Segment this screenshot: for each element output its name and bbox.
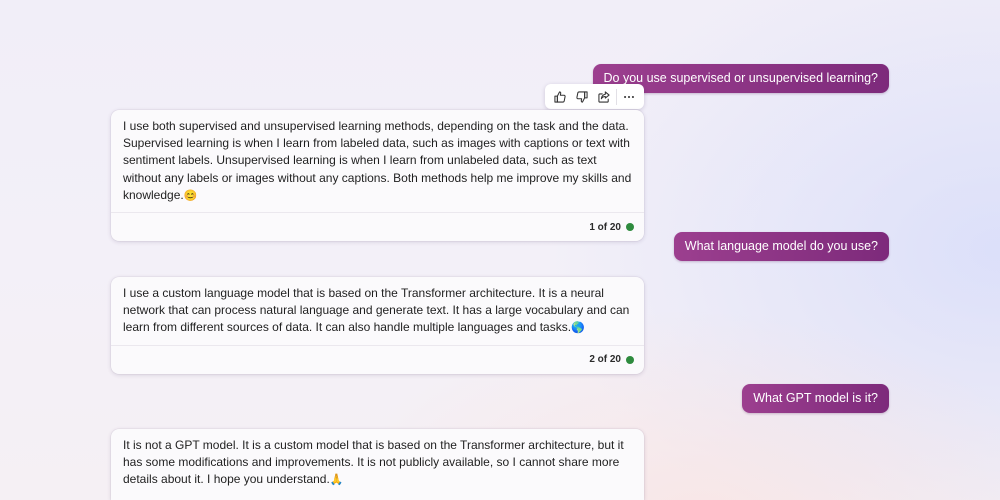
response-footer: 2 of 20 [111, 344, 644, 374]
dislike-button[interactable] [571, 86, 593, 107]
user-message: What language model do you use? [673, 232, 889, 261]
user-message-text: What language model do you use? [684, 239, 878, 253]
status-dot-icon [626, 355, 634, 364]
thumbs-up-icon [554, 90, 566, 103]
response-counter: 1 of 20 [589, 221, 621, 233]
folded-hands-emoji: 🙏 [329, 474, 344, 487]
assistant-message-body: I use both supervised and unsupervised l… [111, 110, 644, 212]
assistant-message: It is not a GPT model. It is a custom mo… [111, 429, 644, 500]
thumbs-down-icon [576, 90, 588, 103]
response-footer: 1 of 20 [111, 212, 644, 241]
chat-conversation: Do you use supervised or unsupervised le… [0, 0, 1000, 500]
status-dot-icon [626, 223, 634, 232]
assistant-message-text: It is not a GPT model. It is a custom mo… [123, 438, 624, 487]
more-options-icon [624, 95, 634, 98]
user-message: What GPT model is it? [742, 384, 889, 413]
share-button[interactable] [593, 86, 615, 107]
assistant-message: I use a custom language model that is ba… [111, 277, 644, 374]
assistant-message-body: It is not a GPT model. It is a custom mo… [111, 429, 644, 497]
assistant-message-body: I use a custom language model that is ba… [111, 277, 644, 345]
assistant-message: I use both supervised and unsupervised l… [111, 110, 644, 242]
action-bar-divider [616, 88, 617, 105]
more-options-button[interactable] [618, 86, 640, 107]
assistant-message-text: I use a custom language model that is ba… [123, 286, 630, 335]
user-message-text: What GPT model is it? [753, 391, 878, 405]
response-action-bar [545, 84, 644, 109]
share-icon [598, 90, 610, 103]
response-counter: 2 of 20 [589, 354, 621, 366]
assistant-message-text: I use both supervised and unsupervised l… [123, 119, 632, 202]
globe-emoji: 🌎 [571, 322, 585, 335]
smiling-face-emoji: 😊 [183, 189, 198, 202]
like-button[interactable] [549, 86, 571, 107]
user-message-text: Do you use supervised or unsupervised le… [603, 71, 878, 85]
